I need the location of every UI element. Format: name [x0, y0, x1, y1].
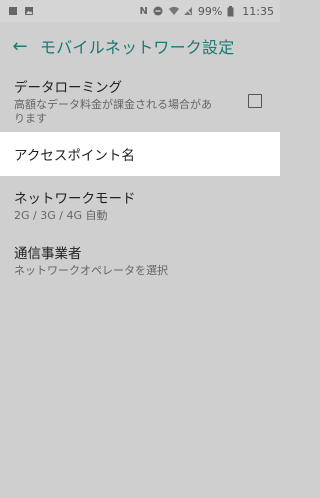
- item-title: ネットワークモード: [14, 191, 136, 207]
- back-button[interactable]: ←: [0, 22, 40, 70]
- nfc-icon: N: [139, 5, 148, 17]
- battery-percent: 99%: [197, 4, 223, 18]
- list-item-data-roaming[interactable]: データローミング 高額なデータ料金が課金される場合があります: [0, 70, 280, 132]
- data-roaming-checkbox[interactable]: [248, 94, 262, 108]
- item-summary: 高額なデータ料金が課金される場合があります: [14, 98, 212, 125]
- wifi-icon: [168, 6, 179, 16]
- clock: 11:35: [242, 4, 274, 18]
- signal-icon: [183, 6, 193, 16]
- item-summary: 2G / 3G / 4G 自動: [14, 209, 108, 222]
- page-title: モバイルネットワーク設定: [40, 38, 235, 57]
- status-right: N 99% 11:35: [139, 5, 280, 18]
- back-arrow-icon: ←: [12, 35, 28, 57]
- item-title: 通信事業者: [14, 246, 82, 262]
- list-item-carrier[interactable]: 通信事業者 ネットワークオペレータを選択: [0, 234, 280, 286]
- notification-icon: [8, 6, 18, 16]
- battery-icon: [227, 6, 237, 17]
- image-icon: [24, 6, 34, 16]
- do-not-disturb-icon: [153, 6, 163, 16]
- item-title: データローミング: [14, 80, 122, 96]
- list-item-access-point-names[interactable]: アクセスポイント名: [0, 132, 280, 176]
- list-item-network-mode[interactable]: ネットワークモード 2G / 3G / 4G 自動: [0, 176, 280, 234]
- item-title: アクセスポイント名: [14, 148, 135, 164]
- status-bar: N 99% 11:35: [0, 0, 280, 22]
- item-summary: ネットワークオペレータを選択: [14, 264, 168, 277]
- status-left: [0, 6, 34, 16]
- toolbar: ← モバイルネットワーク設定: [0, 22, 280, 70]
- settings-list: データローミング 高額なデータ料金が課金される場合があります アクセスポイント名…: [0, 70, 280, 286]
